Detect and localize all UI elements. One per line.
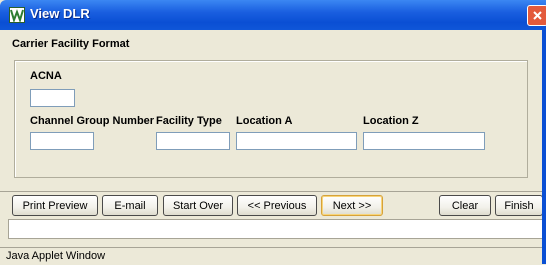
button-bar: Print Preview E-mail Start Over << Previ…	[0, 195, 546, 217]
applet-window-label: Java Applet Window	[6, 250, 106, 262]
email-button[interactable]: E-mail	[102, 195, 158, 216]
window-title: View DLR	[30, 6, 90, 21]
previous-button[interactable]: << Previous	[237, 195, 317, 216]
location-z-label: Location Z	[363, 115, 419, 127]
dlr-window: View DLR Carrier Facility Format ACNA Ch…	[0, 0, 546, 265]
close-button[interactable]	[527, 5, 546, 26]
print-preview-button[interactable]: Print Preview	[12, 195, 98, 216]
channel-group-label: Channel Group Number	[30, 115, 155, 127]
location-a-label: Location A	[236, 115, 293, 127]
start-over-button[interactable]: Start Over	[163, 195, 233, 216]
title-bar[interactable]: View DLR	[0, 0, 546, 30]
acna-field[interactable]	[30, 89, 75, 107]
clear-button[interactable]: Clear	[439, 195, 491, 216]
divider	[0, 191, 546, 192]
facility-type-label: Facility Type	[156, 115, 222, 127]
channel-group-field[interactable]	[30, 132, 94, 150]
window-border-right	[542, 30, 546, 264]
finish-button[interactable]: Finish	[495, 195, 543, 216]
section-title: Carrier Facility Format	[12, 38, 130, 50]
applet-icon	[9, 7, 25, 24]
location-z-field[interactable]	[363, 132, 485, 150]
status-field	[8, 219, 546, 239]
next-button[interactable]: Next >>	[321, 195, 383, 216]
location-a-field[interactable]	[236, 132, 357, 150]
close-icon	[533, 11, 542, 20]
acna-label: ACNA	[30, 70, 62, 82]
facility-type-field[interactable]	[156, 132, 230, 150]
applet-status-bar: Java Applet Window	[0, 247, 546, 265]
